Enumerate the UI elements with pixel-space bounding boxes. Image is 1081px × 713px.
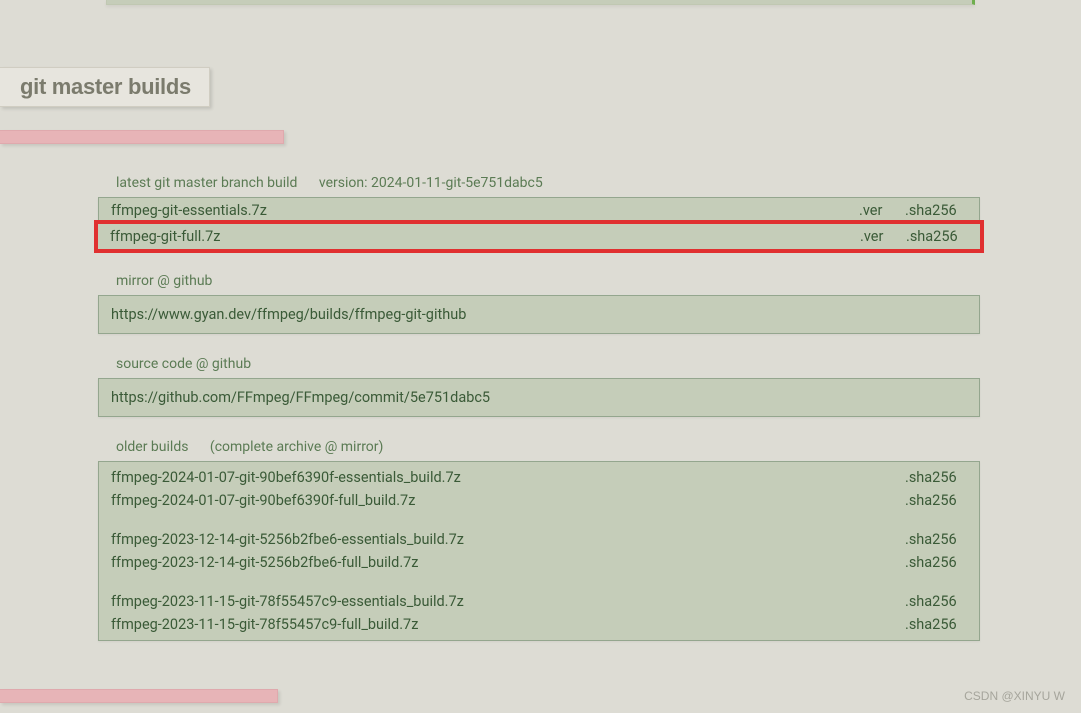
section-heading: git master builds xyxy=(0,67,210,107)
latest-version: version: 2024-01-11-git-5e751dabc5 xyxy=(319,175,543,191)
source-label: source code @ github xyxy=(116,356,980,372)
source-box: https://github.com/FFmpeg/FFmpeg/commit/… xyxy=(98,378,980,417)
content-area: latest git master branch build version: … xyxy=(98,175,980,663)
older-row: ffmpeg-2023-11-15-git-78f55457c9-full_bu… xyxy=(99,613,979,636)
older-label: older builds (complete archive @ mirror) xyxy=(116,439,980,455)
sha-link[interactable]: .sha256 xyxy=(906,228,968,245)
latest-row: ffmpeg-git-full.7z.ver.sha256 xyxy=(94,220,984,253)
decor-bar-bottom xyxy=(0,689,278,703)
download-link[interactable]: ffmpeg-2024-01-07-git-90bef6390f-full_bu… xyxy=(111,492,905,509)
download-link[interactable]: ffmpeg-2024-01-07-git-90bef6390f-essenti… xyxy=(111,469,905,486)
latest-label: latest git master branch build version: … xyxy=(116,175,980,191)
older-row: ffmpeg-2023-12-14-git-5256b2fbe6-full_bu… xyxy=(99,551,979,574)
decor-bar-top xyxy=(0,130,284,144)
mirror-label: mirror @ github xyxy=(116,273,980,289)
older-box: ffmpeg-2024-01-07-git-90bef6390f-essenti… xyxy=(98,461,980,641)
older-row: ffmpeg-2024-01-07-git-90bef6390f-full_bu… xyxy=(99,489,979,512)
download-link[interactable]: ffmpeg-2023-12-14-git-5256b2fbe6-full_bu… xyxy=(111,554,905,571)
download-link[interactable]: ffmpeg-2023-11-15-git-78f55457c9-full_bu… xyxy=(111,616,905,633)
older-label-text: older builds xyxy=(116,439,188,455)
sha-link[interactable]: .sha256 xyxy=(905,202,967,219)
group-spacer xyxy=(99,574,979,590)
sha-link[interactable]: .sha256 xyxy=(905,554,967,571)
sha-link[interactable]: .sha256 xyxy=(905,616,967,633)
older-sub: (complete archive @ mirror) xyxy=(210,439,384,455)
older-row: ffmpeg-2023-12-14-git-5256b2fbe6-essenti… xyxy=(99,528,979,551)
download-link[interactable]: ffmpeg-git-essentials.7z xyxy=(111,202,859,219)
sha-link[interactable]: .sha256 xyxy=(905,531,967,548)
older-row: ffmpeg-2024-01-07-git-90bef6390f-essenti… xyxy=(99,466,979,489)
ver-link[interactable]: .ver xyxy=(859,202,905,219)
ver-link[interactable]: .ver xyxy=(860,228,906,245)
download-link[interactable]: ffmpeg-2023-12-14-git-5256b2fbe6-essenti… xyxy=(111,531,905,548)
source-link[interactable]: https://github.com/FFmpeg/FFmpeg/commit/… xyxy=(111,389,490,406)
sha-link[interactable]: .sha256 xyxy=(905,593,967,610)
group-spacer xyxy=(99,512,979,528)
sha-link[interactable]: .sha256 xyxy=(905,492,967,509)
older-row: ffmpeg-2023-11-15-git-78f55457c9-essenti… xyxy=(99,590,979,613)
mirror-link[interactable]: https://www.gyan.dev/ffmpeg/builds/ffmpe… xyxy=(111,306,466,323)
download-link[interactable]: ffmpeg-2023-11-15-git-78f55457c9-essenti… xyxy=(111,593,905,610)
latest-label-text: latest git master branch build xyxy=(116,175,297,191)
watermark: CSDN @XINYU W xyxy=(964,689,1065,703)
mirror-box: https://www.gyan.dev/ffmpeg/builds/ffmpe… xyxy=(98,295,980,334)
sha-link[interactable]: .sha256 xyxy=(905,469,967,486)
top-strip xyxy=(106,0,975,5)
download-link[interactable]: ffmpeg-git-full.7z xyxy=(110,228,860,245)
latest-box: ffmpeg-git-essentials.7z.ver.sha256ffmpe… xyxy=(98,197,980,251)
